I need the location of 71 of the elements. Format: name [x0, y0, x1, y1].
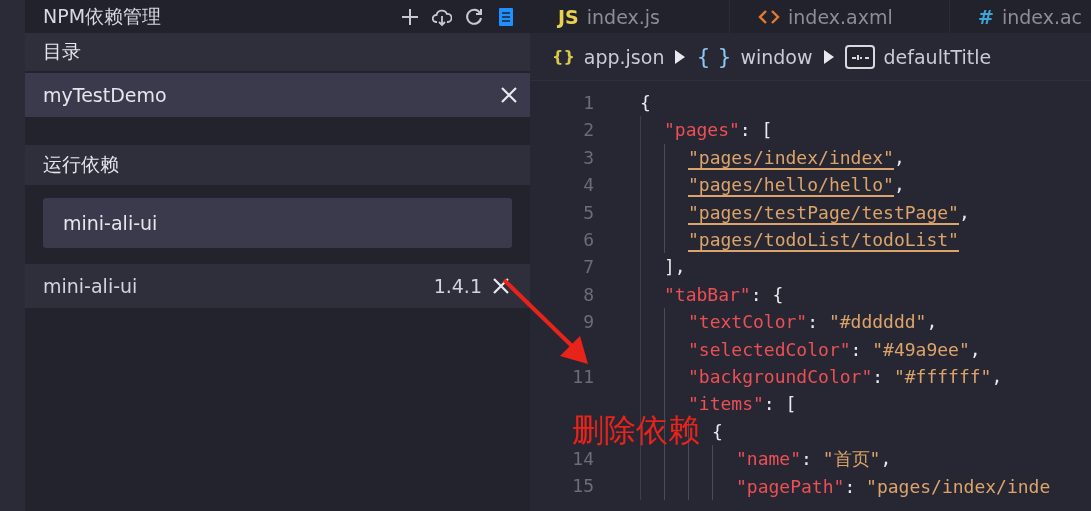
code-punctuation: : [ — [763, 393, 797, 415]
breadcrumb-item[interactable]: { } window — [696, 44, 813, 69]
code-string: "#49a9ee" — [872, 338, 970, 360]
code-string: "首页" — [822, 448, 881, 470]
code-key: "backgroundColor" — [688, 366, 873, 388]
code-punctuation: , — [958, 201, 970, 223]
code-punctuation: ], — [664, 256, 686, 278]
code-punctuation: , — [969, 338, 981, 360]
dependency-version: 1.4.1 — [433, 275, 482, 297]
code-punctuation: , — [991, 366, 1003, 388]
code-key: "selectedColor" — [688, 338, 851, 360]
line-number: 8 — [582, 282, 594, 307]
panel-title: NPM依赖管理 — [43, 3, 163, 29]
dependency-item[interactable]: mini-ali-ui 1.4.1 — [25, 264, 530, 308]
close-icon[interactable] — [492, 277, 510, 295]
breadcrumb-item[interactable]: defaultTitle — [844, 44, 992, 69]
line-number: 6 — [582, 227, 594, 252]
js-file-icon: JS — [558, 5, 579, 28]
project-name: myTestDemo — [43, 84, 168, 106]
code-punctuation: : — [850, 338, 863, 360]
code-punctuation: , — [893, 174, 905, 196]
code-punctuation: , — [880, 448, 892, 470]
dependency-name: mini-ali-ui — [43, 275, 139, 297]
line-number: 4 — [582, 173, 594, 198]
line-number: 9 — [582, 310, 594, 335]
line-number: 3 — [582, 145, 594, 170]
line-number: 2 — [582, 118, 594, 143]
code-string: "pages/todoList/todoList" — [688, 229, 959, 253]
code-key: "pagePath" — [736, 475, 845, 497]
plus-icon[interactable] — [400, 6, 420, 27]
code-string: "pages/index/inde — [866, 475, 1051, 497]
code-punctuation: , — [926, 311, 938, 333]
code-key: "pages" — [664, 119, 740, 141]
code-string: "pages/testPage/testPage" — [688, 201, 959, 225]
search-field[interactable]: mini-ali-ui — [43, 198, 512, 248]
code-punctuation: { — [640, 92, 651, 113]
code-key: "name" — [736, 448, 802, 470]
code-punctuation: , — [893, 146, 905, 168]
string-type-icon — [844, 44, 875, 69]
code-string: "#ffffff" — [893, 366, 992, 388]
chevron-right-icon — [674, 48, 687, 65]
code-punctuation: : — [844, 475, 857, 497]
line-number: 1 — [582, 91, 594, 115]
code-punctuation: : [ — [739, 119, 773, 141]
section-title: 运行依赖 — [43, 152, 119, 177]
project-item[interactable]: myTestDemo — [25, 73, 530, 117]
code-punctuation: : — [872, 366, 885, 388]
section-title: 目录 — [43, 39, 81, 64]
code-key: "textColor" — [688, 311, 808, 333]
refresh-icon[interactable] — [464, 6, 484, 27]
braces-icon: { } — [696, 44, 732, 69]
code-string: "pages/hello/hello" — [688, 174, 894, 198]
code-brackets-icon — [758, 7, 780, 26]
line-number: 14 — [571, 447, 594, 472]
css-file-icon: # — [978, 5, 994, 28]
breadcrumb-item[interactable]: {} app.json — [552, 45, 665, 68]
chevron-right-icon — [822, 48, 835, 65]
code-punctuation: { — [712, 420, 723, 442]
code-string: "#dddddd" — [828, 311, 927, 333]
line-number: 7 — [582, 255, 594, 280]
code-punctuation: : — [807, 311, 820, 333]
code-string: "pages/index/index" — [688, 146, 894, 170]
line-number: 11 — [571, 364, 594, 389]
close-icon[interactable] — [500, 86, 518, 104]
document-icon[interactable] — [496, 6, 516, 27]
code-key: "tabBar" — [664, 283, 751, 305]
line-number: 15 — [571, 474, 594, 499]
braces-icon: {} — [552, 47, 575, 66]
code-punctuation: : { — [750, 283, 784, 305]
line-number: 5 — [582, 200, 594, 225]
code-punctuation: : — [801, 448, 813, 470]
